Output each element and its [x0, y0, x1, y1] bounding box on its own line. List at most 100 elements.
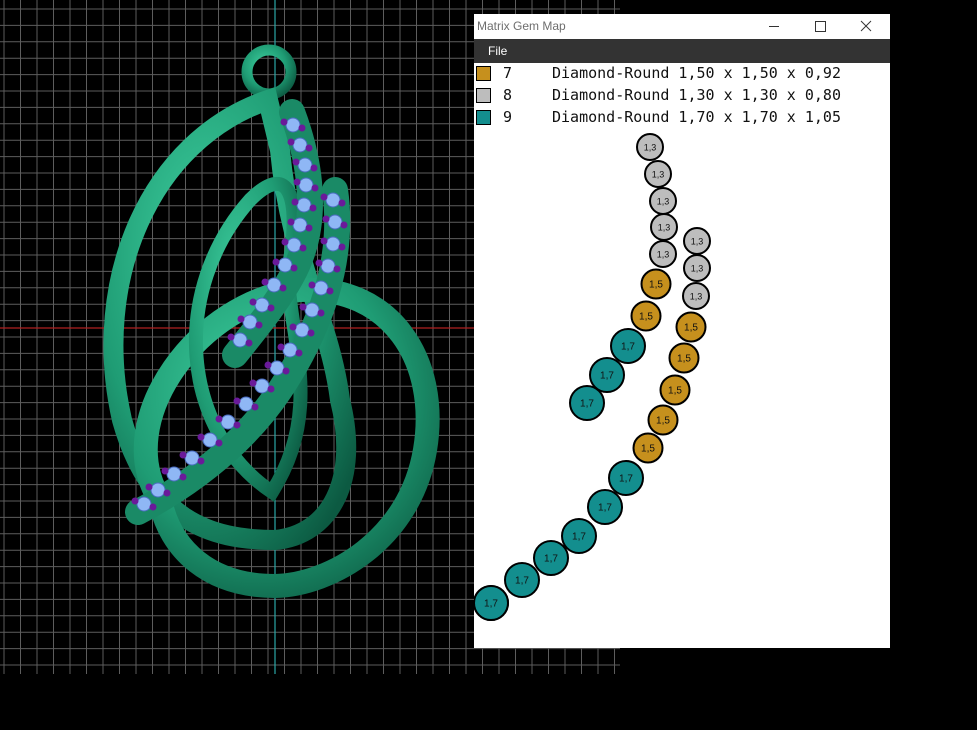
- prong: [317, 309, 325, 317]
- gem-map-canvas[interactable]: 1,3 1,3 1,3 1,3 1,3 1,5 1,5 1,7 1,7 1,7 1,3 1,3 1,3 1…: [474, 14, 890, 648]
- prong: [237, 315, 245, 323]
- pendant-gem: [292, 217, 308, 233]
- gem-size-label: 1,7: [621, 342, 635, 353]
- gem-size-label: 1,3: [657, 197, 670, 207]
- prong: [251, 403, 259, 411]
- pendant-gem: [150, 482, 166, 498]
- pendant-gem: [320, 258, 336, 274]
- prong: [197, 433, 205, 441]
- prong: [145, 483, 153, 491]
- prong: [311, 184, 319, 192]
- prong: [291, 198, 299, 206]
- prong: [279, 284, 287, 292]
- gem-map-window[interactable]: Matrix Gem Map File 7 Diamond-Round 1,50…: [474, 14, 890, 648]
- gem-size-label: 1,3: [691, 237, 704, 247]
- gem-size-label: 1,5: [684, 323, 698, 334]
- gem-size-label: 1,7: [619, 474, 633, 485]
- prong: [149, 503, 157, 511]
- pendant-gem: [297, 157, 313, 173]
- pendant-gem: [282, 342, 298, 358]
- gem-size-label: 1,5: [668, 386, 682, 397]
- prong: [295, 349, 303, 357]
- pendant-gem: [232, 332, 248, 348]
- pendant-gem: [136, 496, 152, 512]
- prong: [267, 304, 275, 312]
- prong: [233, 421, 241, 429]
- prong: [287, 138, 295, 146]
- pendant-gem: [304, 302, 320, 318]
- prong: [310, 164, 318, 172]
- prong: [287, 218, 295, 226]
- gem-size-label: 1,7: [544, 554, 558, 565]
- prong: [249, 298, 257, 306]
- prong: [298, 124, 306, 132]
- prong: [227, 333, 235, 341]
- pendant-gem: [325, 236, 341, 252]
- gem-size-label: 1,7: [600, 371, 614, 382]
- gem-size-label: 1,5: [639, 312, 653, 323]
- pendant-gem: [298, 177, 314, 193]
- prong: [267, 385, 275, 393]
- prong: [264, 361, 272, 369]
- pendant-gem: [238, 396, 254, 412]
- prong: [249, 379, 257, 387]
- gem-size-label: 1,5: [649, 280, 663, 291]
- prong: [163, 489, 171, 497]
- prong: [309, 204, 317, 212]
- gem-size-label: 1,7: [580, 399, 594, 410]
- gem-size-label: 1,7: [598, 503, 612, 514]
- pendant-gem: [325, 192, 341, 208]
- pendant-gem: [327, 214, 343, 230]
- prong: [293, 178, 301, 186]
- prong: [289, 323, 297, 331]
- prong: [320, 193, 328, 201]
- gem-size-label: 1,7: [572, 532, 586, 543]
- gem-size-label: 1,3: [657, 250, 670, 260]
- prong: [215, 415, 223, 423]
- pendant-gem: [166, 466, 182, 482]
- prong: [333, 265, 341, 273]
- prong: [280, 118, 288, 126]
- pendant-gem: [254, 378, 270, 394]
- pendant-gem: [220, 414, 236, 430]
- prong: [299, 303, 307, 311]
- prong: [215, 439, 223, 447]
- prong: [322, 215, 330, 223]
- prong: [131, 497, 139, 505]
- gem-size-label: 1,3: [652, 170, 665, 180]
- gem-size-label: 1,5: [656, 416, 670, 427]
- pendant-gem: [254, 297, 270, 313]
- prong: [307, 329, 315, 337]
- prong: [179, 451, 187, 459]
- pendant-gem: [266, 277, 282, 293]
- gem-size-label: 1,5: [677, 354, 691, 365]
- prong: [305, 224, 313, 232]
- prong: [281, 238, 289, 246]
- prong: [320, 237, 328, 245]
- gem-size-label: 1,3: [691, 264, 704, 274]
- prong: [308, 281, 316, 289]
- pendant-gem: [313, 280, 329, 296]
- prong: [277, 343, 285, 351]
- pendant-gem: [294, 322, 310, 338]
- prong: [179, 473, 187, 481]
- pendant-model[interactable]: [103, 44, 440, 599]
- gem-size-label: 1,3: [644, 143, 657, 153]
- pendant-gem: [269, 360, 285, 376]
- pendant-gem: [285, 117, 301, 133]
- prong: [299, 244, 307, 252]
- pendant-gem: [296, 197, 312, 213]
- gem-size-label: 1,7: [515, 576, 529, 587]
- pendant-gem: [292, 137, 308, 153]
- prong: [197, 457, 205, 465]
- prong: [338, 243, 346, 251]
- gem-size-label: 1,5: [641, 444, 655, 455]
- prong: [161, 467, 169, 475]
- pendant-gem: [242, 314, 258, 330]
- pendant-gem: [202, 432, 218, 448]
- prong: [233, 397, 241, 405]
- gem-size-label: 1,7: [484, 599, 498, 610]
- prong: [292, 158, 300, 166]
- prong: [338, 199, 346, 207]
- prong: [282, 367, 290, 375]
